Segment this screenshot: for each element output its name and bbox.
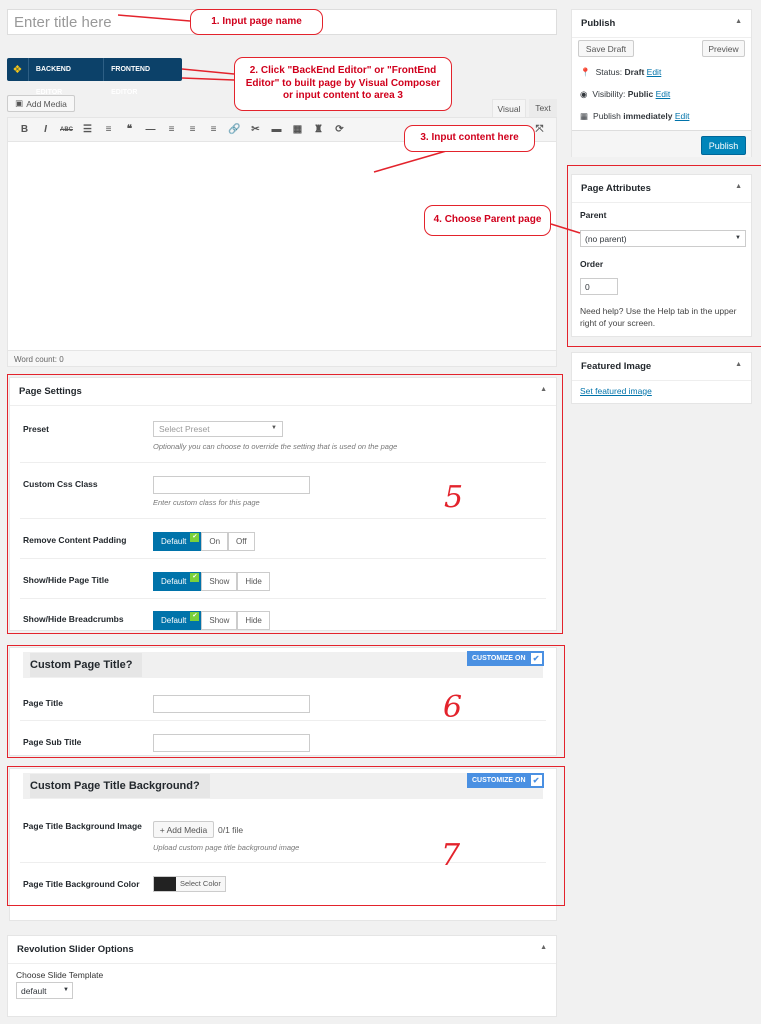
callout-4: 4. Choose Parent page	[424, 205, 551, 236]
tab-text[interactable]: Text	[529, 99, 557, 117]
toolbar-toggle-icon[interactable]: ▦	[287, 124, 308, 135]
italic-icon[interactable]: I	[35, 124, 56, 135]
vc-logo-icon: ❖	[12, 64, 23, 76]
annotation-number-6: 6	[443, 690, 463, 725]
publish-header[interactable]: Publish ▲	[572, 10, 751, 38]
status-edit-link[interactable]: Edit	[647, 67, 662, 77]
align-left-icon[interactable]: ≡	[161, 124, 182, 135]
word-count: Word count: 0	[7, 350, 557, 367]
status-row: 📍 Status: Draft Edit	[580, 67, 662, 77]
annotation-box-4	[567, 165, 761, 347]
tab-visual[interactable]: Visual	[492, 99, 526, 117]
revslider-header[interactable]: Revolution Slider Options ▲	[8, 936, 556, 964]
publish-panel: Publish ▲ Save Draft Preview 📍 Status: Dr…	[571, 9, 752, 157]
callout-1: 1. Input page name	[190, 9, 323, 35]
annotation-box-5	[7, 374, 563, 634]
collapse-arrow-icon[interactable]: ▲	[735, 361, 742, 372]
callout-2: 2. Click "BackEnd Editor" or "FrontEnd E…	[234, 57, 452, 111]
set-featured-image-link[interactable]: Set featured image	[580, 386, 652, 396]
unlink-icon[interactable]: ✂	[245, 124, 266, 135]
publish-button[interactable]: Publish	[701, 136, 746, 155]
link-icon[interactable]: 🔗	[224, 124, 245, 135]
callout-3: 3. Input content here	[404, 125, 535, 152]
annotation-box-6	[7, 645, 565, 758]
revslider-panel: Revolution Slider Options ▲ Choose Slide…	[7, 935, 557, 1017]
blockquote-icon[interactable]: ❝	[119, 124, 140, 135]
collapse-arrow-icon[interactable]: ▲	[540, 944, 547, 955]
refresh-icon[interactable]: ⟳	[329, 124, 350, 135]
save-draft-button[interactable]: Save Draft	[578, 40, 634, 57]
frontend-editor-button[interactable]: FRONTEND EDITOR	[103, 58, 182, 96]
add-media-button[interactable]: ▣ Add Media	[7, 95, 75, 112]
numbered-list-icon[interactable]: ≡	[98, 124, 119, 135]
calendar-icon: ▦	[580, 111, 589, 121]
visual-composer-bar: ❖ BACKEND EDITOR FRONTEND EDITOR	[7, 58, 182, 96]
horizontal-rule-icon[interactable]: —	[140, 124, 161, 135]
schedule-edit-link[interactable]: Edit	[675, 111, 690, 121]
eye-icon: ◉	[580, 89, 588, 99]
preview-button[interactable]: Preview	[702, 40, 745, 57]
slide-template-label: Choose Slide Template	[16, 970, 104, 980]
pin-icon: 📍	[580, 67, 591, 77]
annotation-box-7	[7, 766, 565, 906]
featured-image-panel: Featured Image ▲ Set featured image	[571, 352, 752, 404]
slide-template-select[interactable]: default ▼	[16, 982, 73, 999]
backend-editor-button[interactable]: BACKEND EDITOR	[27, 58, 103, 96]
annotation-number-7: 7	[441, 838, 461, 873]
schedule-row: ▦ Publish immediately Edit	[580, 111, 690, 121]
vc-shortcode-icon[interactable]: ♜	[308, 124, 329, 135]
chevron-down-icon: ▼	[63, 987, 69, 993]
collapse-arrow-icon[interactable]: ▲	[735, 18, 742, 29]
content-editor[interactable]: B I ABC ☰ ≡ ❝ — ≡ ≡ ≡ 🔗 ✂ ▬ ▦ ♜ ⟳ ⤧	[7, 117, 557, 367]
bold-icon[interactable]: B	[14, 124, 35, 135]
annotation-number-5: 5	[444, 480, 464, 515]
media-icon: ▣	[15, 98, 24, 108]
align-center-icon[interactable]: ≡	[182, 124, 203, 135]
visibility-row: ◉ Visibility: Public Edit	[580, 89, 671, 99]
align-right-icon[interactable]: ≡	[203, 124, 224, 135]
strikethrough-icon[interactable]: ABC	[56, 127, 77, 133]
bullet-list-icon[interactable]: ☰	[77, 124, 98, 135]
visibility-edit-link[interactable]: Edit	[656, 89, 671, 99]
read-more-icon[interactable]: ▬	[266, 124, 287, 135]
featured-image-header[interactable]: Featured Image ▲	[572, 353, 751, 381]
